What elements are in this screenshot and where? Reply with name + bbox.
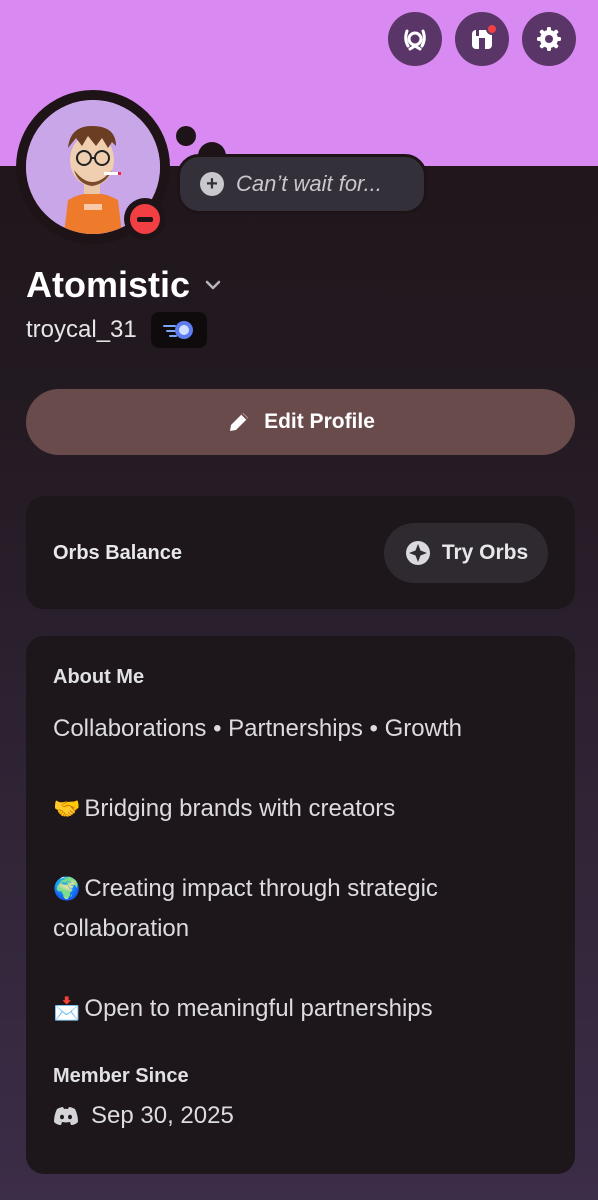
display-name: Atomistic [26,264,191,305]
orbs-balance-label: Orbs Balance [53,542,182,564]
about-line: 📩 Open to meaningful partnerships [53,989,548,1029]
globe-emoji: 🌍 [53,876,81,901]
settings-gear-icon [537,27,561,51]
speed-orb-badge-icon[interactable] [150,312,207,348]
notification-dot [486,23,498,35]
envelope-emoji: 📩 [53,996,81,1021]
about-me-card: About Me Collaborations • Partnerships •… [26,636,575,1174]
about-line-text: Creating impact through strategic collab… [53,875,438,942]
about-line-text: Bridging brands with creators [84,795,396,822]
edit-profile-label: Edit Profile [264,410,375,433]
orbs-balance-card: Orbs Balance Try Orbs [26,496,575,609]
discord-logo-icon [54,1107,78,1125]
nitro-button[interactable] [388,12,442,66]
about-me-title: About Me [53,666,145,688]
nitro-laurel-icon [404,29,426,51]
member-since-row: Sep 30, 2025 [53,1102,548,1130]
add-status-icon: + [200,172,224,196]
orb-icon [405,541,430,565]
chevron-down-icon[interactable] [202,274,224,296]
handshake-emoji: 🤝 [53,796,81,821]
username-row: troycal_31 [26,312,207,348]
custom-status-placeholder: Can’t wait for... [236,171,382,196]
try-orbs-label: Try Orbs [441,541,529,564]
custom-status-bubble[interactable]: + Can’t wait for... [177,154,427,214]
about-line-text: Open to meaningful partnerships [84,995,433,1022]
member-since-title: Member Since [53,1065,189,1087]
edit-profile-button[interactable]: Edit Profile [26,389,575,455]
try-orbs-button[interactable]: Try Orbs [384,523,548,583]
about-line: 🌍 Creating impact through strategic colla… [53,869,548,949]
display-name-row[interactable]: Atomistic [26,264,224,306]
status-dnd-indicator [124,198,166,240]
shop-button[interactable] [455,12,509,66]
about-line: Collaborations • Partnerships • Growth [53,715,462,742]
about-line: 🤝 Bridging brands with creators [53,789,548,829]
header-actions [388,12,576,66]
thought-bubble-dot [176,126,196,146]
settings-button[interactable] [522,12,576,66]
username: troycal_31 [26,316,137,343]
member-since-date: Sep 30, 2025 [91,1102,234,1129]
pencil-icon [230,413,249,431]
